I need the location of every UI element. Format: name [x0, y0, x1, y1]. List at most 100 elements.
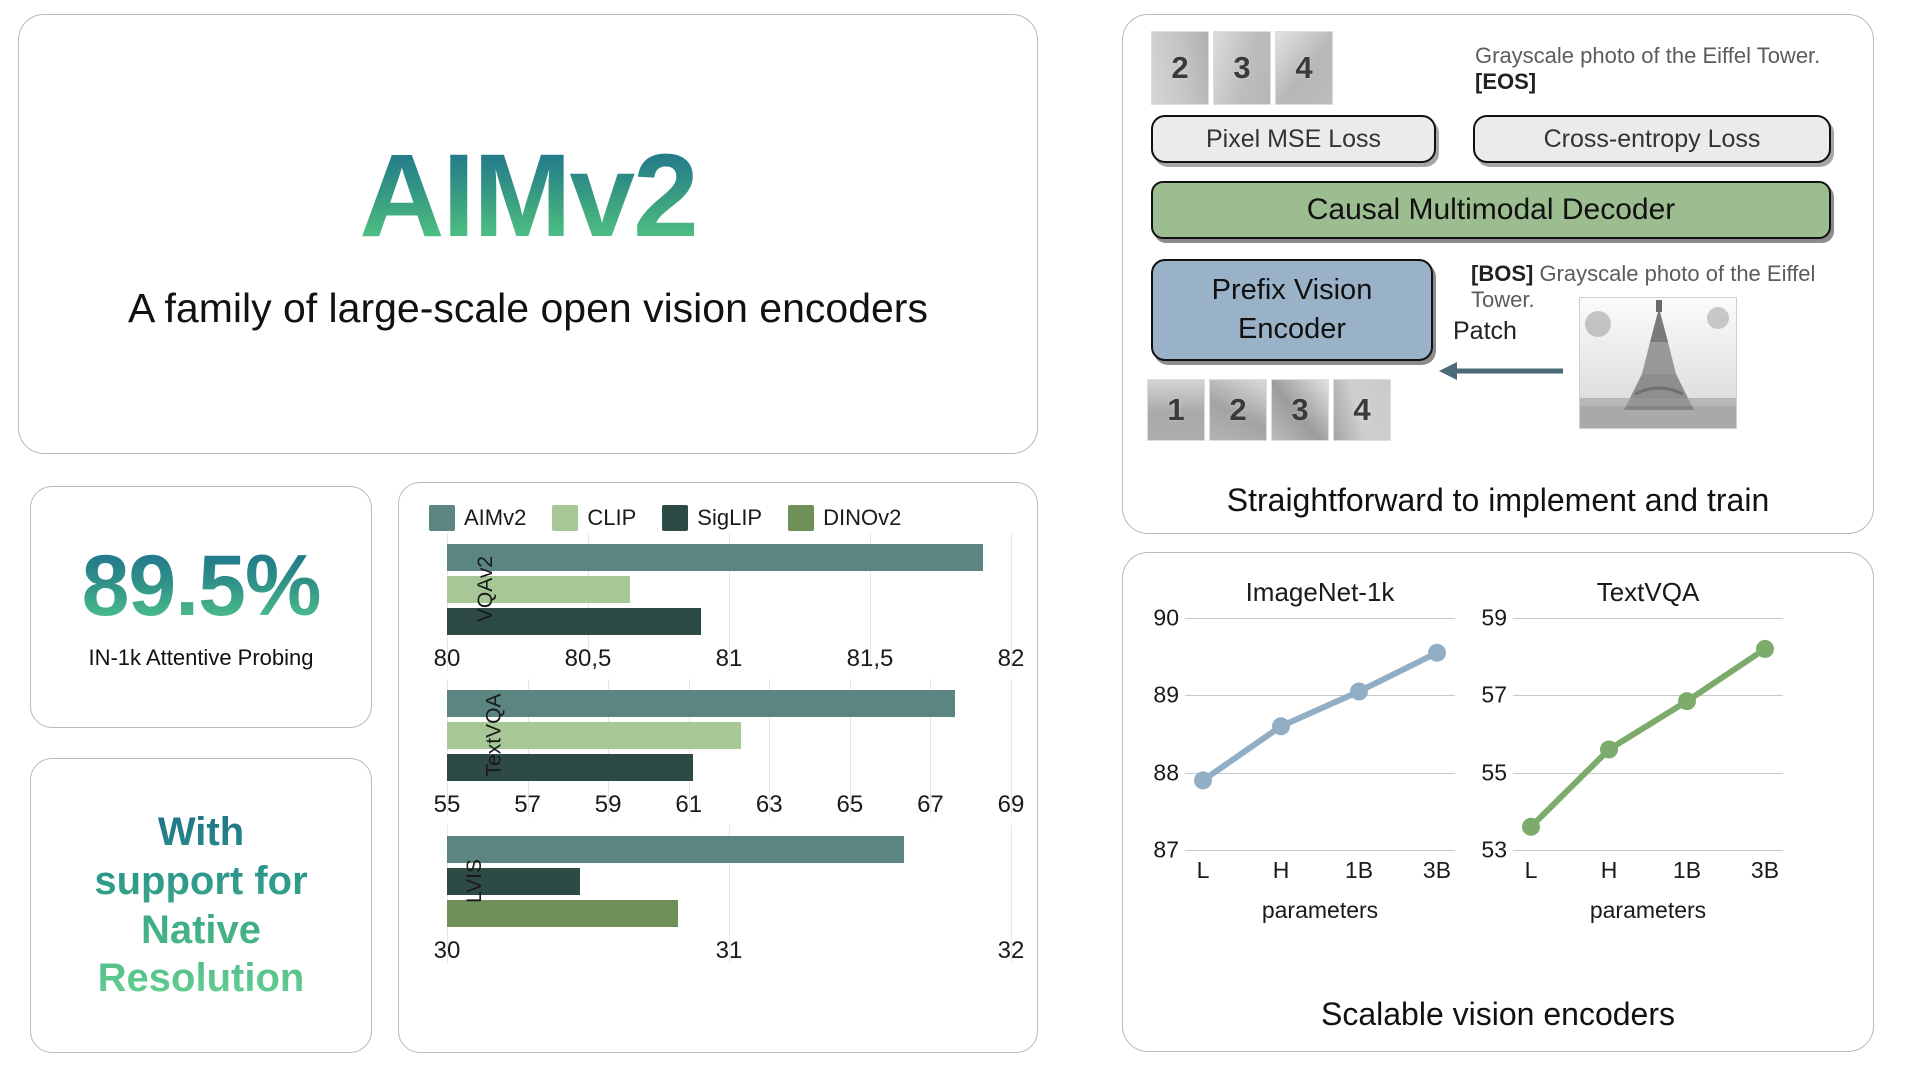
- cross-entropy-loss-label: Cross-entropy Loss: [1543, 124, 1761, 153]
- legend-label: SigLIP: [697, 505, 763, 530]
- line-chart-x-tick: 1B: [1344, 857, 1374, 883]
- line-chart-series: [1522, 639, 1774, 836]
- encoder-label-line-2: Encoder: [1237, 313, 1346, 345]
- bar-plot: VQAv2: [447, 533, 1012, 671]
- architecture-diagram: Pixel MSE Loss Cross-entropy Loss Causal…: [1123, 15, 1873, 533]
- image-patch: 3: [1271, 379, 1329, 441]
- prefix-vision-encoder-block: Prefix Vision Encoder: [1151, 259, 1433, 361]
- line-chart-y-tick: 55: [1481, 759, 1507, 786]
- line-chart-y-tick: 87: [1153, 836, 1179, 863]
- eos-caption-text: Grayscale photo of the Eiffel Tower.: [1475, 43, 1821, 68]
- line-chart-y-tick: 88: [1153, 759, 1179, 786]
- bar-chart-groups: VQAv2 80 80,5 81 81,5 82 TextVQA 55 57 59 61 63 65 67…: [399, 533, 1037, 975]
- line-chart-y-tick: 53: [1481, 836, 1507, 863]
- line-chart-y-tick: 59: [1481, 604, 1507, 631]
- bar-axis: 80 80,5 81 81,5 82: [434, 641, 1025, 683]
- bars: [447, 829, 1011, 933]
- image-patch: 4: [1333, 379, 1391, 441]
- line-chart-x-axis-title: parameters: [1261, 897, 1379, 923]
- image-patch: 4: [1275, 31, 1333, 105]
- bar-group: LVIS 30 31 32: [399, 825, 1037, 975]
- axis-tick-label: 80,5: [564, 645, 612, 672]
- bar-axis: 55 57 59 61 63 65 67 69: [434, 787, 1025, 829]
- axis-tick-label: 82: [997, 645, 1025, 672]
- line-chart-series: [1194, 643, 1446, 790]
- patch-arrow-label: Patch: [1453, 317, 1517, 345]
- line-chart-y-tick: 90: [1153, 604, 1179, 631]
- legend-item: CLIP: [552, 505, 636, 531]
- line-chart: TextVQA 53 55 57 59 L H 1B 3B parameters: [1481, 577, 1783, 923]
- benchmark-bar-chart-card: AIMv2 CLIP SigLIP DINOv2 VQAv2 80 80,5 81 81,5 8…: [398, 482, 1038, 1053]
- image-patch: 1: [1147, 379, 1205, 441]
- legend-label: CLIP: [587, 505, 637, 530]
- bar-chart-legend: AIMv2 CLIP SigLIP DINOv2: [399, 483, 1037, 537]
- bars: [447, 683, 1011, 787]
- bar-group: VQAv2 80 80,5 81 81,5 82: [399, 533, 1037, 683]
- bar-group: TextVQA 55 57 59 61 63 65 67 69: [399, 679, 1037, 829]
- axis-tick-label: 80: [433, 645, 461, 672]
- bar: [447, 689, 955, 717]
- axis-tick-label: 67: [917, 791, 944, 818]
- bars: [447, 537, 1011, 641]
- line-chart-y-tick: 89: [1153, 681, 1179, 708]
- legend-item: DINOv2: [788, 505, 901, 531]
- legend-label: DINOv2: [823, 505, 902, 530]
- line-chart-x-tick: 3B: [1750, 857, 1780, 883]
- stat-value: 89.5%: [81, 538, 322, 634]
- axis-tick-label: 69: [997, 791, 1025, 818]
- encoder-label-line-1: Prefix Vision: [1211, 273, 1373, 306]
- line-chart-x-tick: H: [1600, 857, 1618, 883]
- patch-index-label: 2: [1171, 50, 1189, 85]
- diagram-caption: Straightforward to implement and train: [1226, 482, 1770, 518]
- patch-index-label: 4: [1353, 392, 1371, 427]
- line-chart-x-tick: H: [1272, 857, 1290, 883]
- line-chart-gridline: [1185, 850, 1455, 851]
- legend-label: AIMv2: [464, 505, 527, 530]
- hero-subtitle: A family of large-scale open vision enco…: [128, 284, 928, 331]
- patch-index-label: 3: [1291, 392, 1309, 427]
- line-chart-title: TextVQA: [1596, 577, 1700, 607]
- patch-index-label: 3: [1233, 50, 1251, 85]
- axis-tick-label: 55: [433, 791, 461, 818]
- legend-swatch-icon: [552, 505, 579, 531]
- pixel-mse-loss-label: Pixel MSE Loss: [1205, 124, 1382, 153]
- stat-label: IN-1k Attentive Probing: [88, 645, 314, 670]
- axis-tick-label: 31: [715, 937, 743, 964]
- axis-tick-label: 61: [675, 791, 703, 818]
- decoder-label: Causal Multimodal Decoder: [1306, 193, 1676, 226]
- image-patch: 3: [1213, 31, 1271, 105]
- hero-card: AIMv2 A family of large-scale open visio…: [18, 14, 1038, 454]
- line-chart-x-tick: 1B: [1672, 857, 1702, 883]
- image-patch: 2: [1209, 379, 1267, 441]
- legend-swatch-icon: [788, 505, 815, 531]
- legend-swatch-icon: [662, 505, 689, 531]
- line-chart-x-tick: L: [1524, 857, 1538, 883]
- native-line-4: Resolution: [97, 956, 305, 1001]
- bar-plot: LVIS: [447, 825, 1012, 963]
- patch-index-label: 2: [1229, 392, 1247, 427]
- axis-tick-label: 63: [755, 791, 783, 818]
- bar: [447, 543, 983, 571]
- line-chart-gridline: [1513, 850, 1783, 851]
- stat-card: 89.5% IN-1k Attentive Probing: [30, 486, 372, 728]
- line-chart-title: ImageNet-1k: [1245, 577, 1395, 607]
- architecture-diagram-card: Pixel MSE Loss Cross-entropy Loss Causal…: [1122, 14, 1874, 534]
- line-chart: ImageNet-1k 87 88 89 90 L H 1B 3B parameters: [1153, 577, 1455, 923]
- line-chart-plot: 87 88 89 90 L H 1B 3B parameters: [1153, 605, 1455, 923]
- bos-token: [BOS]: [1471, 261, 1534, 286]
- eiffel-tower-image: [1580, 298, 1736, 428]
- line-chart-plot: 53 55 57 59 L H 1B 3B parameters: [1481, 605, 1783, 923]
- bar-group-label: LVIS: [462, 859, 486, 903]
- line-chart-x-axis-title: parameters: [1589, 897, 1707, 923]
- legend-swatch-icon: [429, 505, 455, 531]
- pixel-mse-loss-block: Pixel MSE Loss: [1151, 115, 1436, 163]
- eos-caption: Grayscale photo of the Eiffel Tower. [EO…: [1475, 43, 1873, 95]
- scaling-line-charts-card: ImageNet-1k 87 88 89 90 L H 1B 3B parameters TextV…: [1122, 552, 1874, 1052]
- bar-axis: 30 31 32: [434, 933, 1025, 975]
- native-line-1: With: [157, 809, 245, 854]
- native-line-2: support for: [94, 858, 308, 903]
- poster-root: AIMv2 A family of large-scale open visio…: [0, 0, 1920, 1080]
- axis-tick-label: 65: [836, 791, 864, 818]
- eiffel-tower-photo: [1579, 297, 1737, 429]
- bar: [447, 835, 904, 863]
